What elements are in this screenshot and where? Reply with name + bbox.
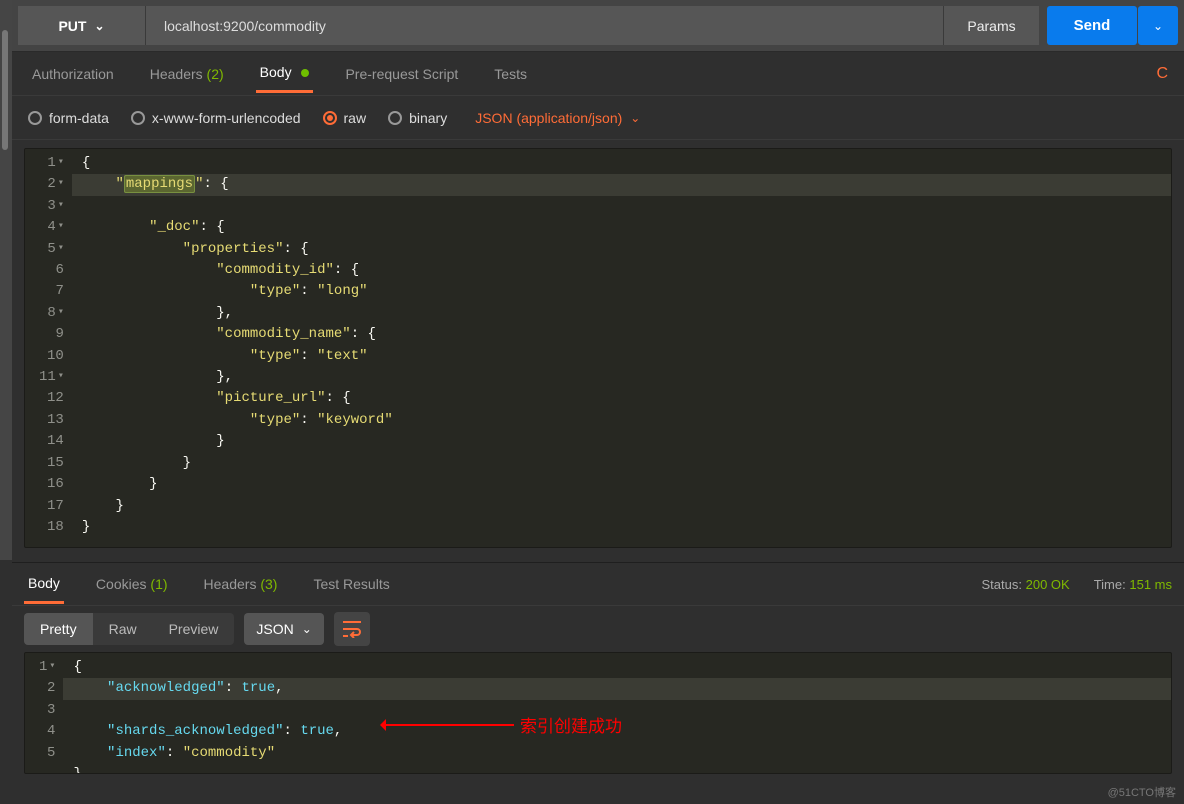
radio-raw[interactable]: raw <box>323 110 367 126</box>
tab-headers-label: Headers <box>150 66 203 82</box>
res-tab-cookies-label: Cookies <box>96 576 147 592</box>
tab-headers-count: (2) <box>207 66 224 82</box>
tab-body[interactable]: Body <box>256 54 314 93</box>
wrap-lines-button[interactable] <box>334 612 370 646</box>
res-tab-headers-label: Headers <box>204 576 257 592</box>
mode-preview[interactable]: Preview <box>153 613 235 645</box>
tab-prerequest[interactable]: Pre-request Script <box>341 56 462 92</box>
params-label: Params <box>967 18 1015 34</box>
editor-gutter: 1 ▾ 2 3 4 5 <box>25 653 63 774</box>
request-body-editor[interactable]: 1 ▾ 2 ▾ 3 ▾ 4 ▾ 5 ▾ 6 7 8 ▾ 9 10 11 ▾ 12… <box>24 148 1172 548</box>
mode-raw[interactable]: Raw <box>93 613 153 645</box>
radio-form-data[interactable]: form-data <box>28 110 109 126</box>
res-tab-headers-count: (3) <box>260 576 277 592</box>
wrap-icon <box>342 620 362 638</box>
time-label: Time: <box>1094 577 1126 592</box>
chevron-down-icon: ⌄ <box>94 19 104 33</box>
overflow-indicator: C <box>1156 65 1168 83</box>
response-tabs: Body Cookies (1) Headers (3) Test Result… <box>12 562 1184 606</box>
content-type-label: JSON (application/json) <box>475 110 622 126</box>
radio-label: raw <box>344 110 367 126</box>
chevron-down-icon: ⌄ <box>1153 19 1163 33</box>
editor-gutter: 1 ▾ 2 ▾ 3 ▾ 4 ▾ 5 ▾ 6 7 8 ▾ 9 10 11 ▾ 12… <box>25 149 72 542</box>
params-button[interactable]: Params <box>943 6 1039 45</box>
chevron-down-icon: ⌄ <box>630 111 640 125</box>
send-dropdown-button[interactable]: ⌄ <box>1138 6 1178 45</box>
watermark: @51CTO博客 <box>1108 784 1176 800</box>
request-tabs: Authorization Headers (2) Body Pre-reque… <box>12 52 1184 96</box>
res-tab-testresults[interactable]: Test Results <box>309 566 393 602</box>
response-type-select[interactable]: JSON ⌄ <box>244 613 323 645</box>
editor-code[interactable]: { "mappings": { "_doc": { "properties": … <box>72 149 1171 542</box>
status-block: Status: 200 OK Time: 151 ms <box>982 577 1172 592</box>
mode-pretty[interactable]: Pretty <box>24 613 93 645</box>
dot-icon <box>301 69 309 77</box>
chevron-down-icon: ⌄ <box>302 622 312 636</box>
res-tab-body[interactable]: Body <box>24 565 64 604</box>
body-type-row: form-data x-www-form-urlencoded raw bina… <box>12 96 1184 140</box>
radio-label: binary <box>409 110 447 126</box>
request-bar: PUT ⌄ Params Send ⌄ <box>12 0 1184 52</box>
radio-urlencoded[interactable]: x-www-form-urlencoded <box>131 110 301 126</box>
content-type-select[interactable]: JSON (application/json) ⌄ <box>475 110 640 126</box>
annotation-text: 索引创建成功 <box>520 712 622 737</box>
http-method-label: PUT <box>58 18 86 34</box>
status-label: Status: <box>982 577 1022 592</box>
send-button[interactable]: Send <box>1047 6 1137 45</box>
status-value: 200 OK <box>1026 577 1070 592</box>
annotation: 索引创建成功 <box>384 712 622 737</box>
tab-headers[interactable]: Headers (2) <box>146 56 228 92</box>
res-tab-headers[interactable]: Headers (3) <box>200 566 282 602</box>
tab-tests[interactable]: Tests <box>490 56 531 92</box>
res-tab-cookies[interactable]: Cookies (1) <box>92 566 172 602</box>
radio-label: x-www-form-urlencoded <box>152 110 301 126</box>
tab-body-label: Body <box>260 64 292 80</box>
arrow-icon <box>384 724 514 726</box>
tab-authorization[interactable]: Authorization <box>28 56 118 92</box>
response-mode-bar: Pretty Raw Preview JSON ⌄ <box>12 606 1184 652</box>
left-scrollbar[interactable] <box>0 0 12 560</box>
radio-label: form-data <box>49 110 109 126</box>
send-label: Send <box>1074 17 1111 34</box>
url-input[interactable] <box>146 6 943 45</box>
time-value: 151 ms <box>1129 577 1172 592</box>
res-tab-cookies-count: (1) <box>150 576 167 592</box>
response-type-label: JSON <box>256 621 293 637</box>
http-method-select[interactable]: PUT ⌄ <box>18 6 146 45</box>
radio-binary[interactable]: binary <box>388 110 447 126</box>
